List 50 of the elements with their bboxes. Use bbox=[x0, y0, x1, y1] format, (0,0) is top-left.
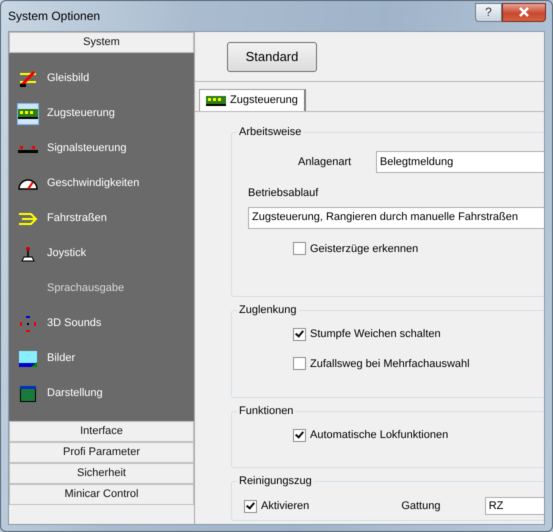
sidebar-item[interactable]: Gleisbild bbox=[47, 70, 90, 87]
tab[interactable]: Zugsteuerung bbox=[199, 89, 306, 111]
checkbox-label: Geisterzüge erkennen bbox=[310, 242, 418, 256]
field-label: Gattung bbox=[401, 498, 442, 514]
screen-icon bbox=[20, 386, 36, 402]
sidebar-item[interactable]: Fahrstraßen bbox=[47, 210, 107, 227]
checkbox[interactable] bbox=[293, 328, 306, 341]
window-title: System Optionen bbox=[8, 8, 100, 25]
checkbox[interactable] bbox=[244, 500, 257, 512]
checkbox[interactable] bbox=[293, 357, 306, 370]
group-title: Zuglenkung bbox=[237, 303, 298, 318]
sidebar-item[interactable]: Darstellung bbox=[47, 385, 103, 402]
sidebar-item[interactable]: 3D Sounds bbox=[47, 315, 102, 332]
checkbox-label: Stumpfe Weichen schalten bbox=[310, 327, 441, 342]
text-field[interactable]: Zugsteuerung, Rangieren durch manuelle Fahrstraßen bbox=[248, 206, 544, 228]
checkbox-label: Aktivieren bbox=[261, 498, 310, 514]
section-header[interactable]: Interface bbox=[9, 421, 194, 442]
section-header[interactable]: Minicar Control bbox=[9, 484, 194, 505]
dropdown-field[interactable]: Belegtmeldung bbox=[376, 151, 544, 173]
train-icon bbox=[206, 96, 226, 106]
joystick-icon bbox=[20, 246, 36, 262]
sidebar-item[interactable]: Signalsteuerung bbox=[47, 140, 127, 157]
sidebar-item[interactable]: Zugsteuerung bbox=[47, 105, 115, 122]
help-button[interactable]: ? bbox=[475, 2, 502, 22]
section-header[interactable]: System bbox=[9, 32, 194, 53]
route-arrows-icon bbox=[18, 212, 38, 226]
sidebar-item[interactable]: Geschwindigkeiten bbox=[47, 175, 140, 192]
checkbox-label: Automatische Lokfunktionen bbox=[310, 428, 448, 443]
track-drawing-icon bbox=[18, 70, 38, 88]
sidebar-item[interactable]: Bilder bbox=[47, 350, 76, 367]
field-label: Anlagenart bbox=[298, 154, 352, 170]
tab-label: Zugsteuerung bbox=[230, 93, 298, 108]
text-field[interactable]: RZ bbox=[484, 497, 544, 515]
target-icon bbox=[20, 316, 36, 332]
close-icon bbox=[518, 7, 530, 17]
train-icon bbox=[18, 108, 38, 118]
picture-icon bbox=[19, 350, 37, 366]
standard-button[interactable]: Standard bbox=[227, 42, 317, 72]
sidebar-item[interactable]: Sprachausgabe bbox=[47, 280, 124, 297]
sidebar-item[interactable]: Joystick bbox=[47, 245, 86, 262]
checkbox[interactable] bbox=[293, 428, 306, 442]
section-header[interactable]: Profi Parameter bbox=[9, 442, 194, 463]
signal-icon bbox=[18, 144, 38, 152]
section-header[interactable]: Sicherheit bbox=[9, 463, 194, 484]
close-button[interactable] bbox=[502, 2, 546, 22]
checkbox-label: Zufallsweg bei Mehrfachauswahl bbox=[310, 356, 470, 372]
group-title: Reinigungszug bbox=[237, 474, 314, 489]
gauge-icon bbox=[18, 178, 38, 190]
field-label: Betriebsablauf bbox=[248, 186, 320, 201]
checkbox[interactable] bbox=[293, 242, 306, 256]
